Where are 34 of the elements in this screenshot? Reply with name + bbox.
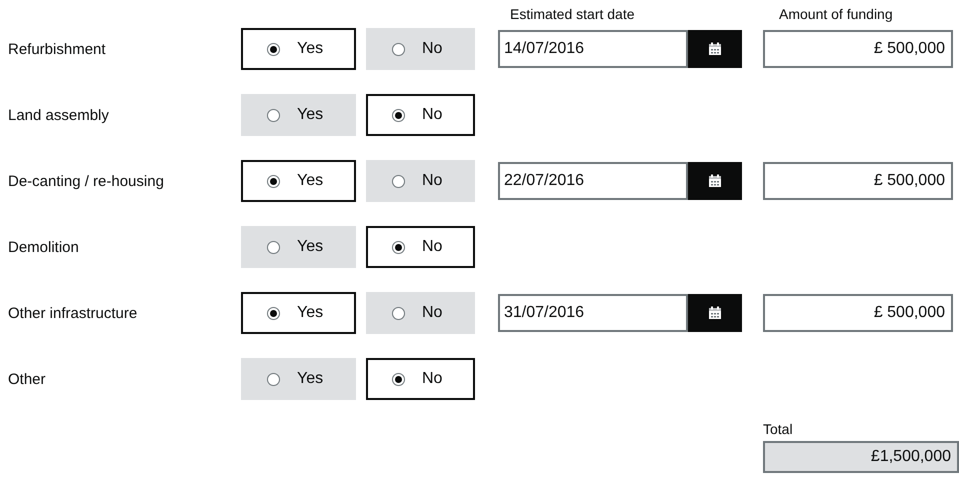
row-label: Other xyxy=(8,370,47,388)
radio-option[interactable]: No xyxy=(366,292,475,334)
radio-option[interactable]: Yes xyxy=(241,226,356,268)
funding-field[interactable]: £ 500,000 xyxy=(763,294,953,332)
column-header: Amount of funding xyxy=(778,6,894,22)
radio-option[interactable]: Yes xyxy=(241,160,356,202)
row-label: De-canting / re-housing xyxy=(8,172,165,190)
date-field[interactable]: 14/07/2016 xyxy=(498,30,688,68)
column-header: Estimated start date xyxy=(509,6,636,22)
date-field[interactable]: 22/07/2016 xyxy=(498,162,688,200)
radio-option[interactable]: No xyxy=(366,226,475,268)
total-label: Total xyxy=(763,421,794,437)
radio-option[interactable]: No xyxy=(366,94,475,136)
radio-option[interactable]: No xyxy=(366,160,475,202)
row-label: Other infrastructure xyxy=(8,304,138,322)
radio-option[interactable]: Yes xyxy=(241,28,356,70)
funding-field[interactable]: £ 500,000 xyxy=(763,162,953,200)
funding-field[interactable]: £ 500,000 xyxy=(763,30,953,68)
row-label: Demolition xyxy=(8,238,80,256)
radio-option[interactable]: No xyxy=(366,358,475,400)
radio-option[interactable]: Yes xyxy=(241,358,356,400)
calendar-button[interactable] xyxy=(688,162,742,200)
calendar-button[interactable] xyxy=(688,294,742,332)
row-label: Refurbishment xyxy=(8,40,107,58)
radio-option[interactable]: Yes xyxy=(241,292,356,334)
calendar-button[interactable] xyxy=(688,30,742,68)
radio-option[interactable]: No xyxy=(366,28,475,70)
calendar-icon xyxy=(708,42,722,56)
calendar-icon xyxy=(708,174,722,188)
total-field[interactable]: £1,500,000 xyxy=(763,441,959,473)
calendar-icon xyxy=(708,306,722,320)
radio-option[interactable]: Yes xyxy=(241,94,356,136)
date-field[interactable]: 31/07/2016 xyxy=(498,294,688,332)
row-label: Land assembly xyxy=(8,106,110,124)
